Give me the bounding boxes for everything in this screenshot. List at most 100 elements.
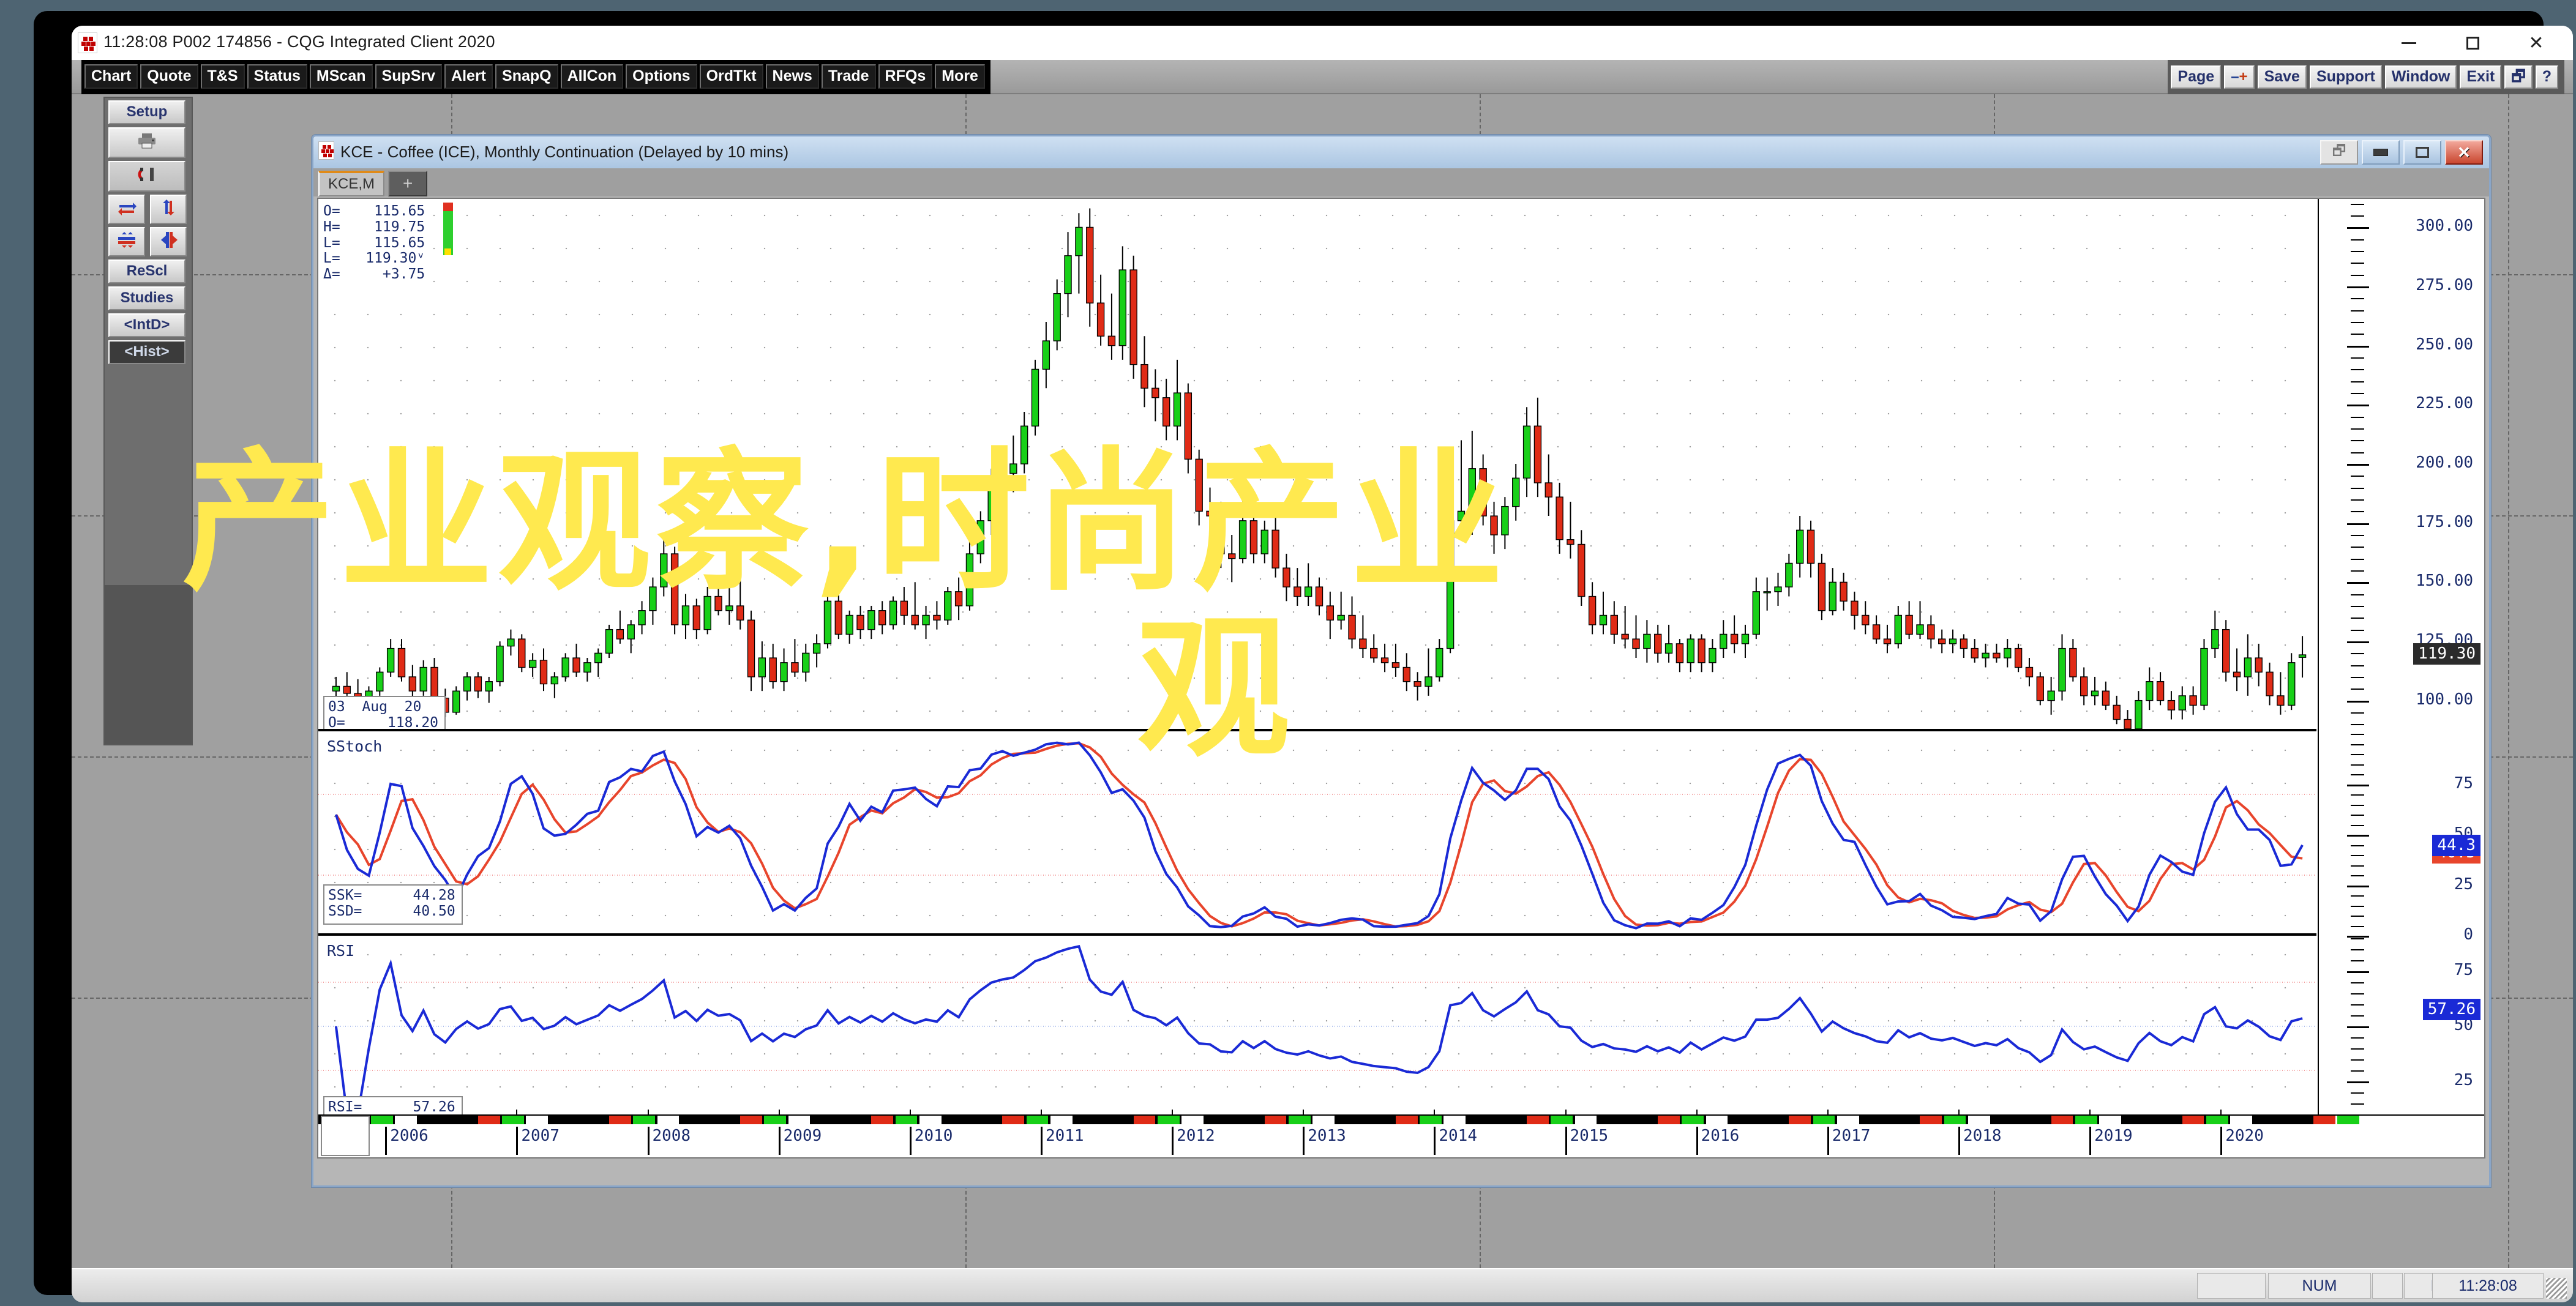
menu-button-supsrv[interactable]: SupSrv (375, 64, 443, 89)
history-button[interactable]: <Hist> (108, 340, 185, 364)
axis-tick (2351, 416, 2364, 418)
tab-add-button[interactable]: + (388, 171, 428, 196)
axis-tick (2351, 263, 2364, 264)
menu-button-mscan[interactable]: MScan (309, 64, 373, 89)
minimize-button[interactable] (2377, 26, 2441, 60)
year-label-2008: 2008 (647, 1127, 691, 1155)
menu-button-chart[interactable]: Chart (84, 64, 138, 89)
horizontal-split-button[interactable] (108, 195, 145, 224)
chart-close-button[interactable]: ✕ (2445, 140, 2483, 165)
menu-button-status[interactable]: Status (247, 64, 307, 89)
chart-tab-strip: KCE,M + (313, 168, 2489, 196)
tab-kce-m[interactable]: KCE,M (318, 171, 385, 196)
menu-button-news[interactable]: News (765, 64, 819, 89)
session-segment (502, 1116, 524, 1124)
menu-button-t-s[interactable]: T&S (200, 64, 245, 89)
chart-canvas[interactable]: O= 115.65 H= 119.75 L= 115.65 L= 119.30ᵛ… (317, 198, 2485, 1159)
stoch-tick-75: 75 (2454, 774, 2473, 793)
application-window: 11:28:08 P002 174856 - CQG Integrated Cl… (72, 26, 2573, 1302)
session-segment (2075, 1116, 2097, 1124)
axis-tick (2351, 665, 2364, 666)
axis-tick (2351, 558, 2364, 560)
menu-button-rfqs[interactable]: RFQs (878, 64, 933, 89)
studies-button[interactable]: Studies (108, 286, 185, 310)
rsi-tick-75: 75 (2454, 961, 2473, 979)
menu-button-quote[interactable]: Quote (140, 64, 198, 89)
axis-tick (2351, 938, 2364, 939)
save-button[interactable]: Save (2257, 65, 2307, 89)
window-button[interactable]: Window (2384, 65, 2457, 89)
last-bar-indicator (443, 203, 453, 255)
chart-restore-button[interactable]: 🗗 (2320, 140, 2358, 165)
axis-tick (2347, 835, 2369, 837)
print-icon-button[interactable] (108, 127, 185, 158)
intraday-button[interactable]: <IntD> (108, 313, 185, 337)
axis-tick (2351, 865, 2364, 867)
price-tick-200: 200.00 (2416, 453, 2473, 472)
axis-tick (2351, 369, 2364, 371)
magnet-icon-button[interactable] (108, 161, 185, 192)
support-button[interactable]: Support (2309, 65, 2382, 89)
menu-button-ordtkt[interactable]: OrdTkt (699, 64, 763, 89)
axis-tick (2351, 845, 2364, 846)
axis-tick (2351, 440, 2364, 442)
close-button[interactable]: ✕ (2504, 26, 2568, 60)
price-tick-150: 150.00 (2416, 572, 2473, 591)
axis-tick (2351, 754, 2364, 755)
menu-button-more[interactable]: More (935, 64, 985, 89)
axis-tick (2347, 227, 2369, 229)
mirror-split-button[interactable] (150, 227, 187, 256)
axis-tick (2351, 960, 2364, 961)
rsi-pane[interactable]: RSI RSI= 57.26 (318, 938, 2316, 1114)
axis-tick (2351, 1004, 2364, 1006)
stacked-arrows-icon (118, 232, 135, 248)
axis-tick (2347, 641, 2369, 643)
time-axis[interactable]: 2006 2007 2008 2009 2010 2011 2012 2013 2014 2015… (318, 1110, 2484, 1157)
stochastic-pane[interactable]: SStoch SSK= 44.28 SSD= 40.50 (318, 734, 2316, 936)
menu-button-trade[interactable]: Trade (821, 64, 876, 89)
resize-grip[interactable] (2546, 1278, 2567, 1299)
main-toolbar: Chart Quote T&S Status MScan SupSrv Alert SnapQ… (72, 60, 2573, 94)
axis-tick (2351, 310, 2364, 312)
price-tick-225: 225.00 (2416, 394, 2473, 413)
cursor-readout-box: 03 Aug 20 O= 118.20 H= 127.25 L= 109.70 … (323, 696, 446, 729)
axis-tick (2351, 875, 2364, 876)
price-pane[interactable]: O= 115.65 H= 119.75 L= 115.65 L= 119.30ᵛ… (318, 199, 2316, 731)
axis-tick (2351, 815, 2364, 816)
year-tick (1696, 1110, 1698, 1116)
session-segment (1658, 1116, 1680, 1124)
session-segment (1002, 1116, 1025, 1124)
chart-minimize-button[interactable] (2362, 140, 2400, 165)
axis-tick (2347, 405, 2369, 407)
exit-button[interactable]: Exit (2460, 65, 2502, 89)
page-step-button[interactable]: –+ (2224, 65, 2255, 89)
menu-button-options[interactable]: Options (626, 64, 697, 89)
price-axis[interactable]: 300.00 275.00 250.00 225.00 200.00 175.00 150.… (2318, 199, 2484, 1116)
menu-button-alert[interactable]: Alert (444, 64, 493, 89)
menu-button-allcon[interactable]: AllCon (560, 64, 624, 89)
rescale-button[interactable]: ReScl (108, 259, 185, 283)
setup-button[interactable]: Setup (108, 100, 185, 124)
price-tick-275: 275.00 (2416, 276, 2473, 295)
cqg-logo-icon (78, 32, 97, 53)
chart-maximize-button[interactable] (2403, 140, 2441, 165)
stack-horizontal-button[interactable] (108, 227, 145, 256)
maximize-button[interactable] (2441, 26, 2504, 60)
year-label-2011: 2011 (1040, 1127, 1084, 1155)
session-color-bar (318, 1116, 2384, 1124)
vertical-split-button[interactable] (150, 195, 187, 224)
axis-tick (2351, 712, 2364, 714)
rsi-series (318, 944, 2316, 1114)
session-segment (1789, 1116, 1811, 1124)
session-segment (919, 1116, 942, 1124)
axis-tick (2351, 381, 2364, 382)
stoch-readout-box: SSK= 44.28 SSD= 40.50 (323, 884, 463, 925)
axis-tick (2347, 1026, 2369, 1028)
help-button[interactable]: ? (2535, 65, 2558, 89)
session-segment (1181, 1116, 1204, 1124)
axis-tick (2351, 618, 2364, 619)
menu-button-snapq[interactable]: SnapQ (495, 64, 558, 89)
restore-window-icon-button[interactable]: 🗗 (2504, 65, 2533, 89)
page-button[interactable]: Page (2171, 65, 2222, 89)
maximize-icon (2416, 147, 2429, 158)
